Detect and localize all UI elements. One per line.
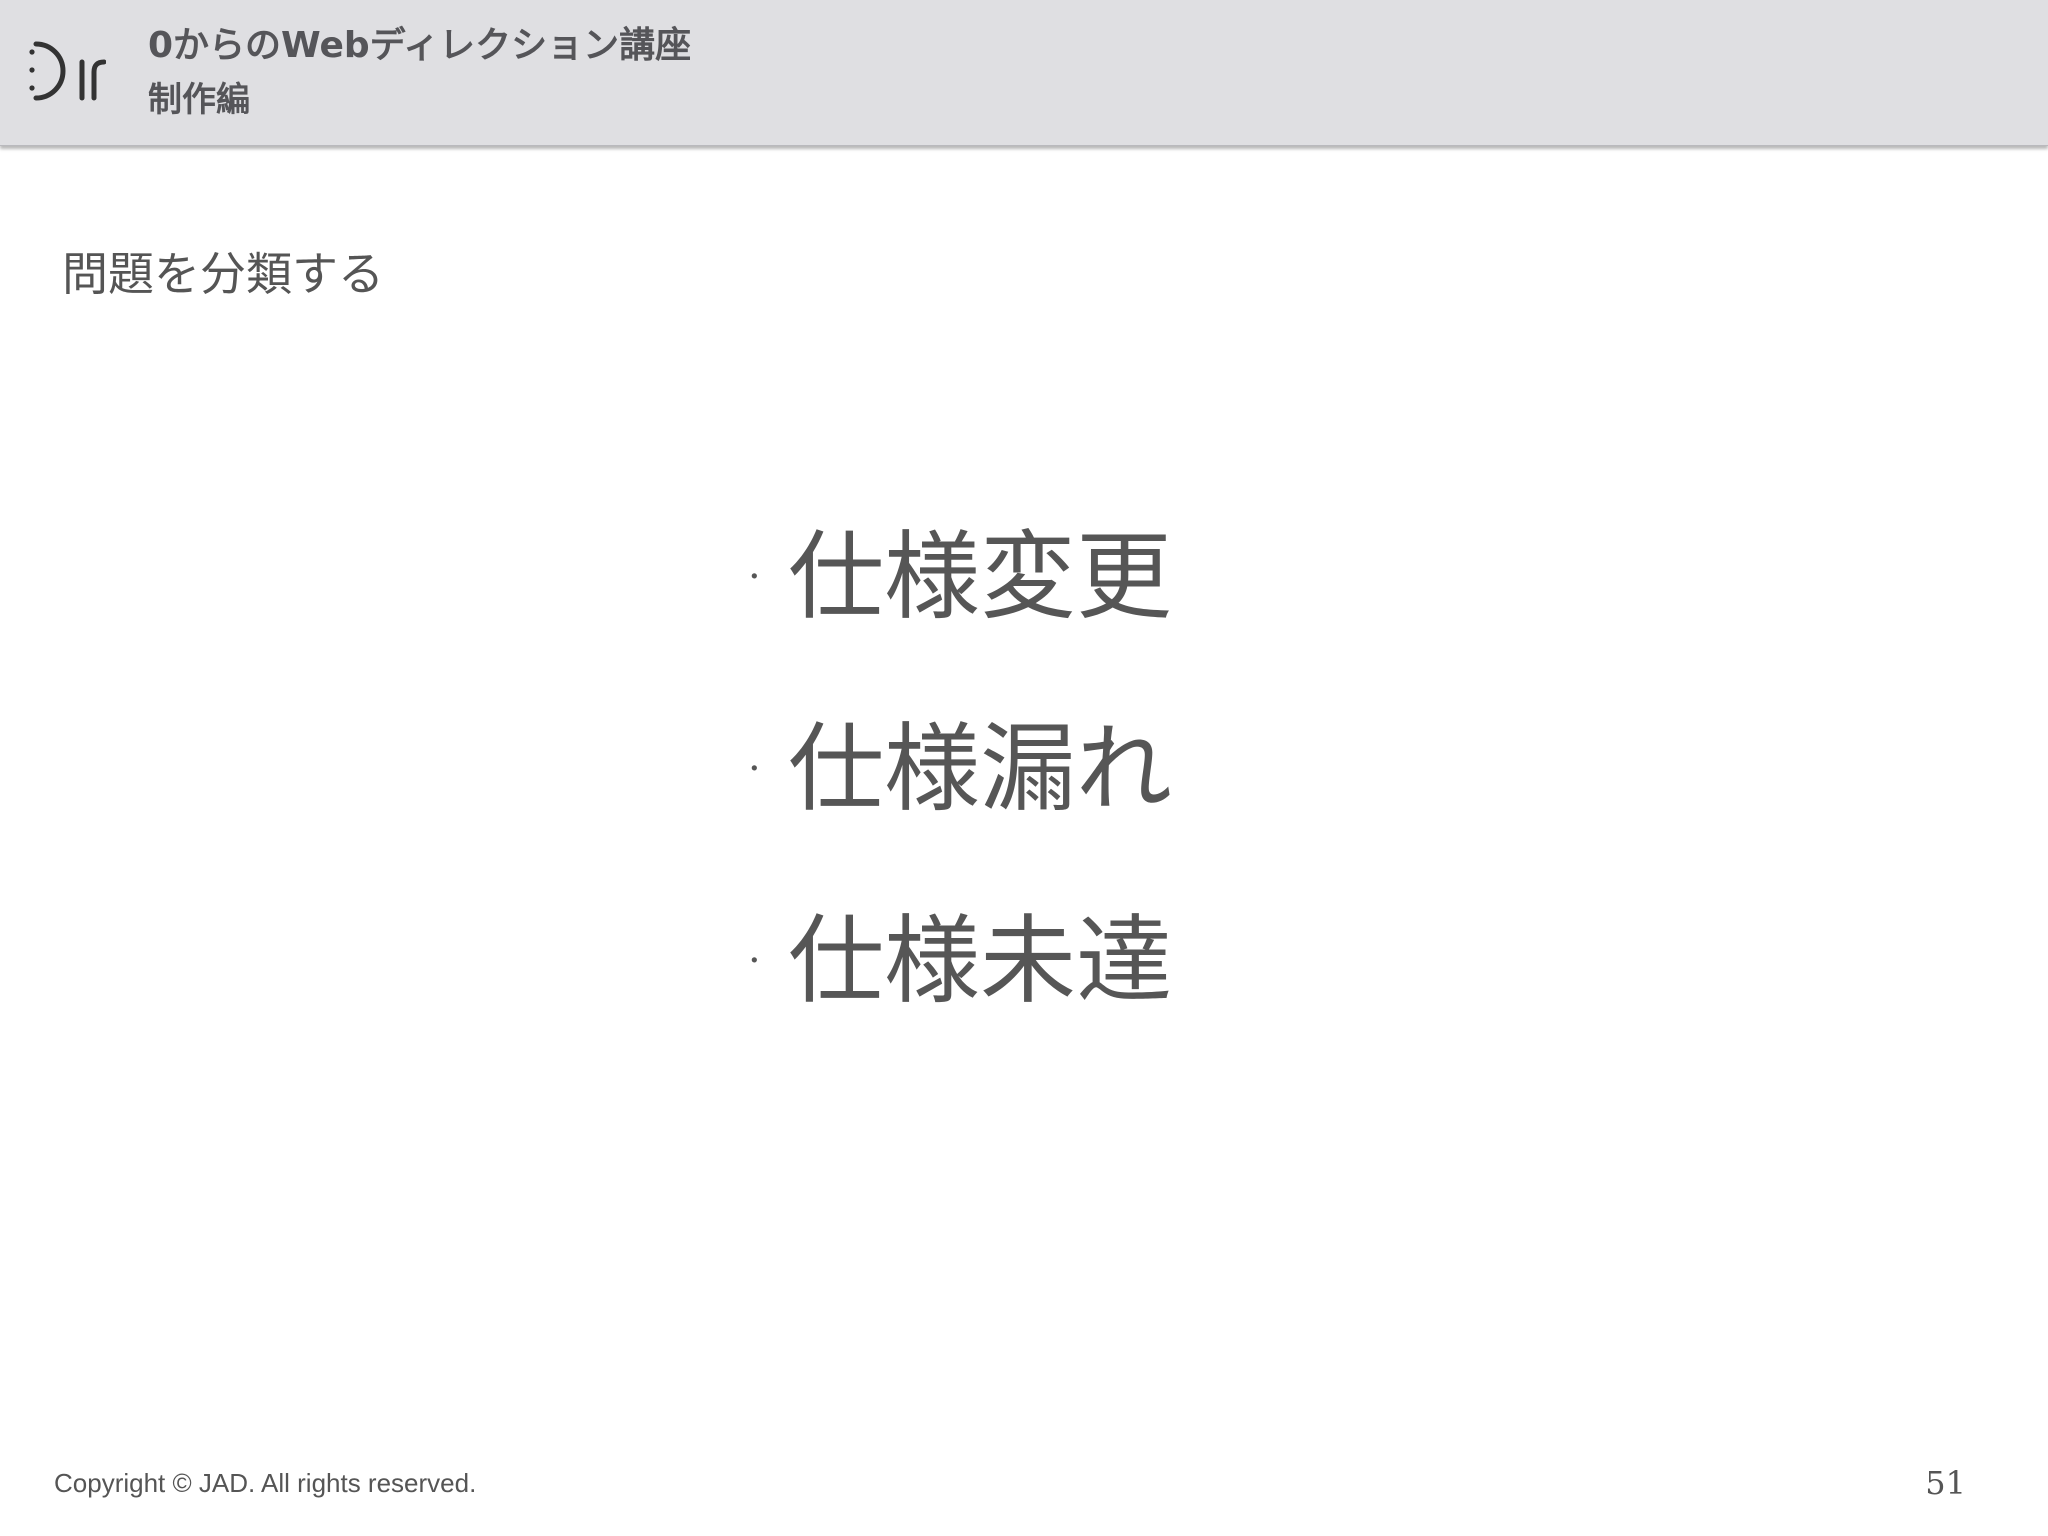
- bullet-label: 仕様未達: [788, 905, 1172, 1017]
- dir-logo-icon: [29, 41, 106, 101]
- slide-header: 0からのWebディレクション講座 制作編: [0, 0, 2048, 146]
- section-title: 問題を分類する: [62, 247, 384, 301]
- course-subtitle: 制作編: [148, 80, 250, 120]
- bullet-list: · 仕様変更 · 仕様漏れ · 仕様未達: [748, 522, 1172, 1016]
- bullet-item-spec-unmet: · 仕様未達: [748, 906, 1172, 1016]
- bullet-dot-icon: ·: [748, 554, 761, 600]
- bullet-dot-icon: ·: [748, 746, 761, 792]
- bullet-dot-icon: ·: [748, 938, 761, 984]
- copyright-notice: Copyright © JAD. All rights reserved.: [54, 1468, 477, 1498]
- course-title: 0からのWebディレクション講座: [148, 25, 692, 66]
- bullet-item-spec-omission: · 仕様漏れ: [748, 714, 1172, 824]
- bullet-item-spec-change: · 仕様変更: [748, 522, 1172, 632]
- page-number: 51: [1925, 1464, 1966, 1502]
- bullet-label: 仕様漏れ: [788, 713, 1172, 825]
- bullet-label: 仕様変更: [788, 521, 1172, 633]
